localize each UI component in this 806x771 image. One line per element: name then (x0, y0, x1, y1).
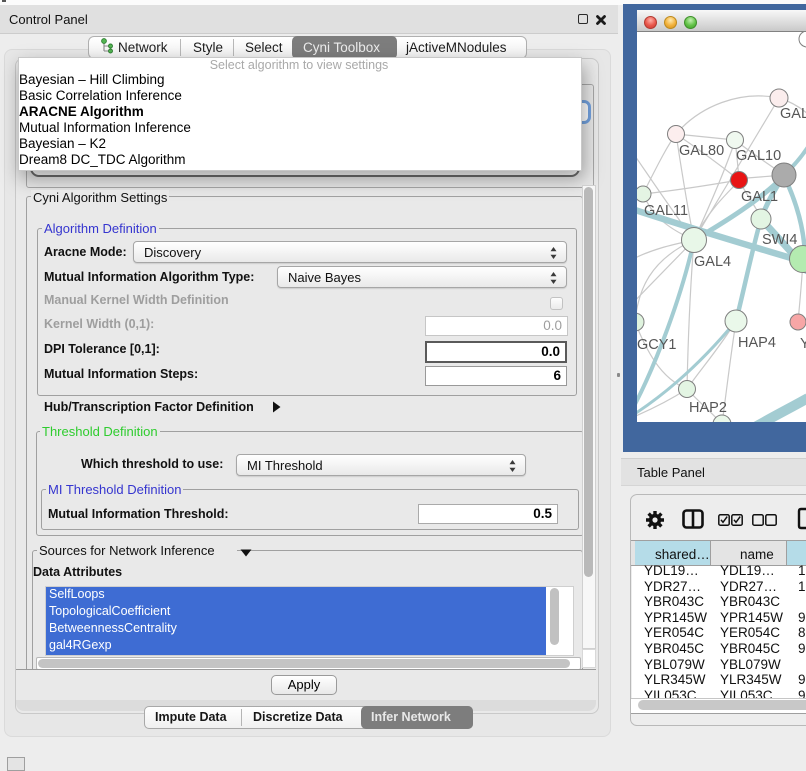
svg-text:HAP2: HAP2 (689, 400, 727, 416)
svg-text:GCY1: GCY1 (637, 337, 677, 353)
svg-text:GAL80: GAL80 (679, 143, 724, 159)
svg-text:GAL1: GAL1 (741, 189, 778, 205)
svg-text:GAL10: GAL10 (736, 148, 781, 164)
svg-text:GAL2: GAL2 (780, 106, 806, 122)
svg-text:GAL11: GAL11 (644, 203, 688, 219)
svg-text:GAL4: GAL4 (694, 254, 731, 270)
svg-text:SWI4: SWI4 (762, 232, 797, 248)
svg-text:Y: Y (800, 336, 806, 352)
svg-text:HAP4: HAP4 (738, 335, 776, 351)
